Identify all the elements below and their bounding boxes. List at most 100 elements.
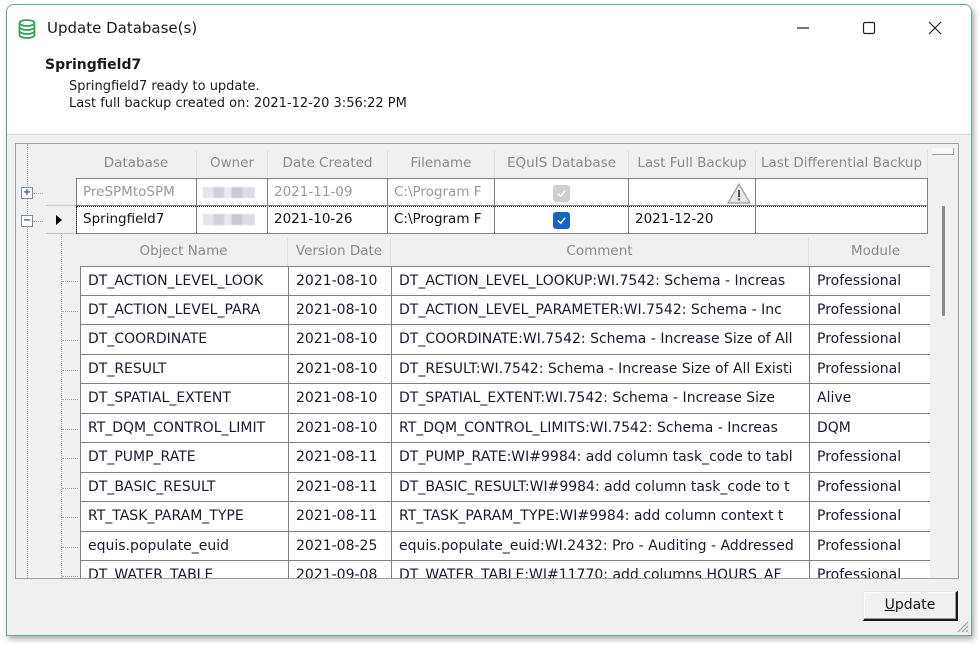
object-row[interactable]: DT_ACTION_LEVEL_PARA 2021-08-10 DT_ACTION_… (80, 295, 944, 325)
title-bar[interactable]: Update Database(s) (7, 5, 971, 49)
cell-module[interactable]: Professional (810, 267, 944, 296)
database-row[interactable]: PreSPMtoSPM 2021-11-09 C:\Program F (76, 178, 928, 206)
object-row[interactable]: DT_COORDINATE 2021-08-10 DT_COORDINATE:WI.… (80, 325, 944, 355)
expand-row-button[interactable]: + (21, 187, 33, 199)
cell-equis-database[interactable] (495, 206, 629, 234)
cell-comment[interactable]: DT_RESULT:WI.7542: Schema - Increase Siz… (392, 354, 810, 384)
column-header-module[interactable]: Module (809, 238, 943, 266)
cell-version-date[interactable]: 2021-08-10 (289, 267, 392, 296)
cell-version-date[interactable]: 2021-08-10 (289, 295, 392, 325)
cell-comment[interactable]: DT_ACTION_LEVEL_LOOKUP:WI.7542: Schema -… (392, 267, 810, 296)
cell-module[interactable]: Alive (810, 384, 944, 414)
cell-object-name[interactable]: RT_DQM_CONTROL_LIMIT (81, 413, 289, 443)
row-selector[interactable] (46, 178, 76, 206)
object-row[interactable]: DT_WATER_TABLE 2021-09-08 DT_WATER_TABLE:W… (80, 561, 944, 578)
cell-object-name[interactable]: DT_SPATIAL_EXTENT (81, 384, 289, 414)
cell-object-name[interactable]: DT_BASIC_RESULT (81, 472, 289, 502)
cell-filename[interactable]: C:\Program F (388, 206, 495, 234)
cell-date-created[interactable]: 2021-11-09 (268, 179, 388, 206)
maximize-button[interactable] (847, 13, 891, 43)
cell-date-created[interactable]: 2021-10-26 (268, 206, 388, 234)
column-header-database[interactable]: Database (76, 150, 197, 178)
cell-version-date[interactable]: 2021-08-11 (289, 502, 392, 532)
cell-comment[interactable]: DT_ACTION_LEVEL_PARAMETER:WI.7542: Schem… (392, 295, 810, 325)
cell-object-name[interactable]: DT_COORDINATE (81, 325, 289, 355)
object-row[interactable]: DT_RESULT 2021-08-10 DT_RESULT:WI.7542: Sc… (80, 354, 944, 384)
cell-object-name[interactable]: RT_TASK_PARAM_TYPE (81, 502, 289, 532)
cell-version-date[interactable]: 2021-09-08 (289, 561, 392, 578)
update-database-dialog: Update Database(s) Springfield7 Springfi… (6, 4, 972, 636)
column-header-version-date[interactable]: Version Date (288, 238, 391, 266)
column-header-equis-database[interactable]: EQuIS Database (495, 150, 629, 178)
cell-module[interactable]: Professional (810, 531, 944, 561)
cell-database[interactable]: PreSPMtoSPM (77, 179, 197, 206)
object-row[interactable]: DT_ACTION_LEVEL_LOOK 2021-08-10 DT_ACTION_… (80, 266, 944, 296)
cell-database[interactable]: Springfield7 (77, 206, 197, 234)
cell-last-full-backup[interactable] (629, 179, 756, 206)
cell-object-name[interactable]: equis.populate_euid (81, 531, 289, 561)
cell-last-full-backup[interactable]: 2021-12-20 (629, 206, 756, 234)
close-button[interactable] (913, 13, 957, 43)
maximize-icon (862, 21, 876, 35)
cell-module[interactable]: Professional (810, 295, 944, 325)
cell-version-date[interactable]: 2021-08-25 (289, 531, 392, 561)
column-header-last-differential-backup[interactable]: Last Differential Backup (756, 150, 928, 178)
cell-version-date[interactable]: 2021-08-10 (289, 413, 392, 443)
cell-object-name[interactable]: DT_WATER_TABLE (81, 561, 289, 578)
collapse-row-button[interactable]: − (21, 215, 33, 227)
cell-version-date[interactable]: 2021-08-10 (289, 354, 392, 384)
cell-module[interactable]: Professional (810, 472, 944, 502)
column-header-comment[interactable]: Comment (391, 238, 809, 266)
cell-version-date[interactable]: 2021-08-10 (289, 325, 392, 355)
object-row[interactable]: DT_BASIC_RESULT 2021-08-11 DT_BASIC_RESULT… (80, 472, 944, 502)
cell-module[interactable]: Professional (810, 502, 944, 532)
checkmark-icon (556, 217, 566, 225)
cell-comment[interactable]: DT_PUMP_RATE:WI#9984: add column task_co… (392, 443, 810, 473)
column-header-date-created[interactable]: Date Created (268, 150, 388, 178)
object-row[interactable]: DT_PUMP_RATE 2021-08-11 DT_PUMP_RATE:WI#99… (80, 443, 944, 473)
column-header-last-full-backup[interactable]: Last Full Backup (629, 150, 756, 178)
cell-comment[interactable]: RT_DQM_CONTROL_LIMITS:WI.7542: Schema - … (392, 413, 810, 443)
update-button[interactable]: Update (863, 591, 958, 621)
cell-last-differential-backup[interactable] (756, 206, 928, 234)
cell-module[interactable]: Professional (810, 561, 944, 578)
cell-equis-database[interactable] (495, 179, 629, 206)
cell-filename[interactable]: C:\Program F (388, 179, 495, 206)
column-header-owner[interactable]: Owner (197, 150, 268, 178)
cell-object-name[interactable]: DT_RESULT (81, 354, 289, 384)
cell-object-name[interactable]: DT_ACTION_LEVEL_PARA (81, 295, 289, 325)
cell-object-name[interactable]: DT_PUMP_RATE (81, 443, 289, 473)
row-selector-current[interactable] (46, 206, 76, 234)
cell-owner[interactable] (197, 206, 268, 234)
cell-comment[interactable]: DT_BASIC_RESULT:WI#9984: add column task… (392, 472, 810, 502)
minimize-button[interactable] (781, 13, 825, 43)
cell-module[interactable]: DQM (810, 413, 944, 443)
cell-module[interactable]: Professional (810, 354, 944, 384)
scrollbar-thumb[interactable] (942, 206, 945, 316)
database-row-selected[interactable]: Springfield7 2021-10-26 C:\Program F 202… (76, 206, 928, 234)
cell-comment[interactable]: DT_SPATIAL_EXTENT:WI.7542: Schema - Incr… (392, 384, 810, 414)
cell-comment[interactable]: DT_COORDINATE:WI.7542: Schema - Increase… (392, 325, 810, 355)
cell-comment[interactable]: equis.populate_euid:WI.2432: Pro - Audit… (392, 531, 810, 561)
object-row[interactable]: RT_DQM_CONTROL_LIMIT 2021-08-10 RT_DQM_CON… (80, 413, 944, 443)
cell-module[interactable]: Professional (810, 443, 944, 473)
cell-module[interactable]: Professional (810, 325, 944, 355)
cell-comment[interactable]: RT_TASK_PARAM_TYPE:WI#9984: add column c… (392, 502, 810, 532)
object-row[interactable]: RT_TASK_PARAM_TYPE 2021-08-11 RT_TASK_PARA… (80, 502, 944, 532)
column-header-filename[interactable]: Filename (388, 150, 495, 178)
cell-comment[interactable]: DT_WATER_TABLE:WI#11770: add columns HOU… (392, 561, 810, 578)
cell-last-differential-backup[interactable] (756, 179, 928, 206)
vertical-scrollbar[interactable] (930, 144, 958, 578)
object-row[interactable]: equis.populate_euid 2021-08-25 equis.popul… (80, 531, 944, 561)
column-header-object-name[interactable]: Object Name (80, 238, 288, 266)
cell-version-date[interactable]: 2021-08-10 (289, 384, 392, 414)
cell-object-name[interactable]: DT_ACTION_LEVEL_LOOK (81, 267, 289, 296)
database-grid[interactable]: + − Database Owner Date Created Filename… (15, 143, 959, 579)
cell-owner[interactable] (197, 179, 268, 206)
object-row[interactable]: DT_SPATIAL_EXTENT 2021-08-10 DT_SPATIAL_EX… (80, 384, 944, 414)
cell-version-date[interactable]: 2021-08-11 (289, 443, 392, 473)
equis-database-checkbox[interactable] (552, 212, 570, 229)
cell-version-date[interactable]: 2021-08-11 (289, 472, 392, 502)
tree-connector (62, 281, 78, 282)
resize-grip-icon[interactable] (955, 619, 969, 633)
